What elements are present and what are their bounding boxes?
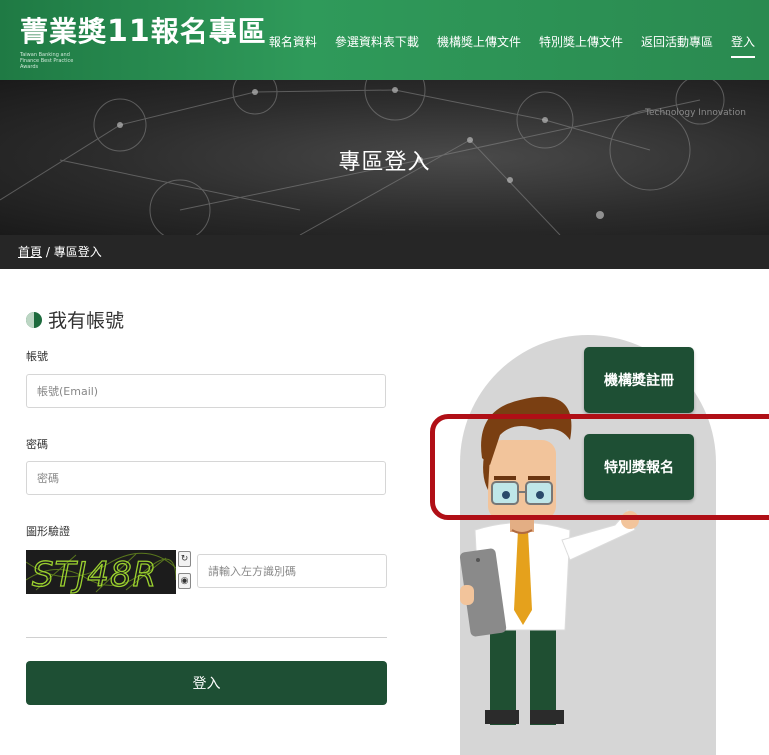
breadcrumb-home-link[interactable]: 首頁 <box>18 245 42 259</box>
logo-number: 11 <box>107 14 151 49</box>
captcha-input[interactable] <box>197 554 387 588</box>
nav-item-special-upload[interactable]: 特別獎上傳文件 <box>539 33 623 58</box>
site-logo[interactable]: 菁業獎11報名專區 Taiwan Banking and Finance Bes… <box>20 10 267 70</box>
logo-suffix: 報名專區 <box>150 15 267 48</box>
nav-item-back-to-event[interactable]: 返回活動專區 <box>641 33 713 58</box>
banner-title: 專區登入 <box>338 150 431 175</box>
captcha-refresh-icon[interactable]: ↻ <box>178 551 191 567</box>
site-header: 菁業獎11報名專區 Taiwan Banking and Finance Bes… <box>0 0 769 80</box>
captcha-image: STJ48R <box>26 550 176 594</box>
institution-award-register-button[interactable]: 機構獎註冊 <box>584 347 694 413</box>
account-input[interactable] <box>26 374 386 408</box>
section-title-text: 我有帳號 <box>48 310 125 332</box>
logo-title: 菁業獎11報名專區 <box>20 10 267 50</box>
captcha-text: STJ48R <box>32 555 157 594</box>
breadcrumb: 首頁 / 專區登入 <box>0 235 769 269</box>
logo-subtitle: Taiwan Banking and Finance Best Practice… <box>20 52 74 70</box>
password-label: 密碼 <box>26 438 48 451</box>
highlight-box <box>430 414 769 520</box>
half-circle-icon <box>26 311 42 328</box>
nav-item-login[interactable]: 登入 <box>730 33 755 58</box>
nav-item-institution-upload[interactable]: 機構獎上傳文件 <box>437 33 521 58</box>
captcha-label: 圖形驗證 <box>26 525 70 538</box>
password-input[interactable] <box>26 461 386 495</box>
breadcrumb-separator: / <box>42 245 54 259</box>
banner-background-text: Technology Innovation <box>644 108 746 118</box>
account-label: 帳號 <box>26 350 48 363</box>
breadcrumb-current: 專區登入 <box>53 245 102 259</box>
page-banner: Technology Innovation 專區登入 <box>0 80 769 235</box>
nav-item-registration-data[interactable]: 報名資料 <box>269 33 317 58</box>
captcha-audio-icon[interactable]: ◉ <box>178 573 191 589</box>
nav-item-form-download[interactable]: 參選資料表下載 <box>335 33 419 58</box>
login-section-title: 我有帳號 <box>26 306 124 333</box>
form-divider <box>26 637 387 638</box>
main-nav: 報名資料 參選資料表下載 機構獎上傳文件 特別獎上傳文件 返回活動專區 登入 <box>251 33 755 58</box>
login-button[interactable]: 登入 <box>26 661 387 705</box>
logo-name: 菁業獎 <box>20 15 108 48</box>
